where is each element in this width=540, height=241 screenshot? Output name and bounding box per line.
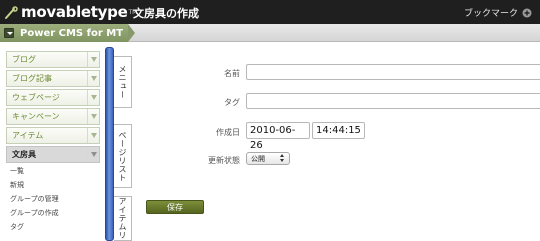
movabletype-logo[interactable]: movabletype TM [4, 3, 137, 21]
name-label: 名前 [224, 69, 240, 78]
chevron-down-icon[interactable] [4, 28, 14, 38]
submenu-item-new[interactable]: 新規 [6, 178, 100, 192]
status-select[interactable]: 公開 [246, 152, 290, 165]
blog-selector[interactable]: Power CMS for MT [0, 24, 135, 42]
created-date-label: 作成日 [216, 128, 240, 137]
submenu-item-list[interactable]: 一覧 [6, 164, 100, 178]
chevron-down-icon[interactable] [87, 109, 99, 124]
tab-page-list[interactable]: ページリスト [114, 124, 132, 188]
chevron-down-icon[interactable] [87, 90, 99, 105]
sidebar-item-blog[interactable]: ブログ [6, 51, 100, 68]
chevron-down-icon[interactable] [87, 52, 99, 67]
save-button[interactable]: 保存 [146, 200, 204, 214]
sidebar-item-label: ブログ記事 [12, 74, 52, 83]
tag-field[interactable] [246, 93, 540, 109]
blog-bar: Power CMS for MT [0, 24, 540, 42]
sidebar-scrollbar[interactable] [105, 47, 114, 241]
tag-label: タグ [224, 98, 240, 107]
sidebar-item-label: ブログ [12, 55, 36, 64]
sidebar-menu: ブログ ブログ記事 ウェブページ キャンペーン アイテム 文房具 一覧 新規 グ… [6, 51, 100, 241]
submenu-item-create-group[interactable]: グループの作成 [6, 206, 100, 220]
name-field[interactable] [246, 64, 540, 80]
sidebar-item-label: ウェブページ [12, 93, 60, 102]
tab-item-list[interactable]: アイテムリ [114, 196, 132, 241]
chevron-down-icon[interactable] [87, 147, 99, 162]
tab-label: メニュー [118, 65, 127, 99]
tab-label: ページリスト [118, 130, 127, 182]
chevron-down-icon[interactable] [87, 128, 99, 143]
select-arrows-icon [279, 153, 287, 164]
sidebar-item-campaign[interactable]: キャンペーン [6, 108, 100, 125]
submenu: 一覧 新規 グループの管理 グループの作成 タグ [6, 164, 100, 234]
page-title: 文房具の作成 [133, 7, 199, 20]
bookmark-label: ブックマーク [463, 9, 518, 19]
sidebar-item-label: キャンペーン [12, 112, 60, 121]
bookmark-link[interactable]: ブックマーク [464, 6, 532, 19]
sidebar-item-label: アイテム [12, 131, 44, 140]
created-date-field[interactable]: 2010-06-26 [246, 122, 310, 151]
status-value: 公開 [251, 154, 265, 163]
status-label: 更新状態 [208, 156, 240, 165]
submenu-item-manage-groups[interactable]: グループの管理 [6, 192, 100, 206]
tab-menu[interactable]: メニュー [114, 56, 132, 108]
tab-label: アイテムリ [118, 197, 127, 240]
chevron-down-icon[interactable] [87, 71, 99, 86]
blog-name: Power CMS for MT [20, 27, 124, 39]
sidebar-item-items[interactable]: アイテム [6, 127, 100, 144]
plus-bookmark-icon [522, 8, 532, 18]
sidebar-item-entries[interactable]: ブログ記事 [6, 70, 100, 87]
logo-text: movabletype [21, 3, 128, 21]
sidebar-item-stationery[interactable]: 文房具 [6, 146, 100, 163]
logo-mark-icon [4, 5, 18, 19]
sidebar-item-label: 文房具 [12, 150, 36, 159]
submenu-item-tags[interactable]: タグ [6, 220, 100, 234]
sidebar-item-pages[interactable]: ウェブページ [6, 89, 100, 106]
top-bar: movabletype TM 文房具の作成 ブックマーク [0, 0, 540, 24]
created-time-field[interactable]: 14:44:15 [312, 122, 365, 139]
